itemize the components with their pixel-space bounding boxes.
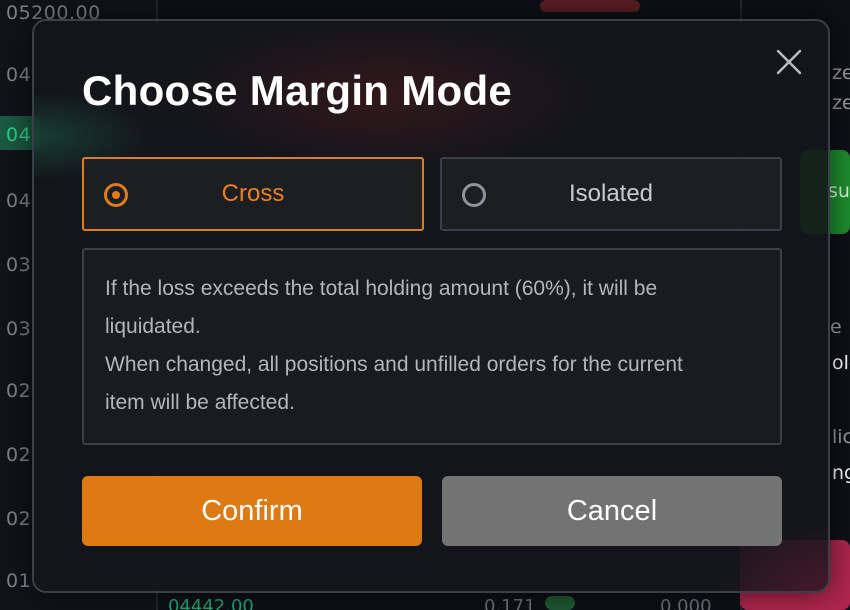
order-book-price: 04	[6, 64, 32, 86]
isolated-mode-label: Isolated	[568, 180, 654, 207]
panel-text: su	[828, 180, 850, 202]
trade-amount: 0.000	[660, 596, 712, 610]
description-line: When changed, all positions and unfilled…	[105, 353, 683, 376]
panel-text: ole	[832, 352, 850, 374]
cross-mode-option[interactable]: Cross	[82, 157, 424, 231]
panel-text: nge	[832, 462, 850, 484]
panel-text: lic	[832, 426, 850, 448]
margin-mode-dialog: Choose Margin Mode Cross Isolated If the…	[32, 19, 830, 593]
order-book-price: 04	[6, 190, 32, 212]
panel-text: ze	[832, 62, 850, 84]
chart-candle	[545, 596, 575, 610]
trade-amount: 0.171	[484, 596, 536, 610]
cancel-button[interactable]: Cancel	[442, 476, 782, 546]
description-line: item will be affected.	[105, 391, 295, 414]
order-book-price: 02	[6, 508, 32, 530]
order-book-price: 03	[6, 254, 32, 276]
description-line: liquidated.	[105, 315, 201, 338]
order-book-price: 02	[6, 444, 32, 466]
dialog-title: Choose Margin Mode	[82, 67, 513, 114]
mode-description: If the loss exceeds the total holding am…	[82, 248, 782, 445]
confirm-button[interactable]: Confirm	[82, 476, 422, 546]
trade-price: 04442.00	[168, 596, 254, 610]
isolated-mode-option[interactable]: Isolated	[440, 157, 782, 231]
order-book-price: 01	[6, 570, 32, 592]
chart-candle	[540, 0, 640, 12]
description-line: If the loss exceeds the total holding am…	[105, 277, 658, 300]
panel-text: e	[830, 316, 842, 338]
order-book-price: 02	[6, 380, 32, 402]
close-icon	[776, 49, 802, 75]
cross-mode-label: Cross	[221, 180, 285, 207]
order-book-price: 03	[6, 318, 32, 340]
panel-text: ze	[832, 92, 850, 114]
order-book-price: 04	[6, 124, 32, 146]
close-button[interactable]	[774, 47, 804, 77]
